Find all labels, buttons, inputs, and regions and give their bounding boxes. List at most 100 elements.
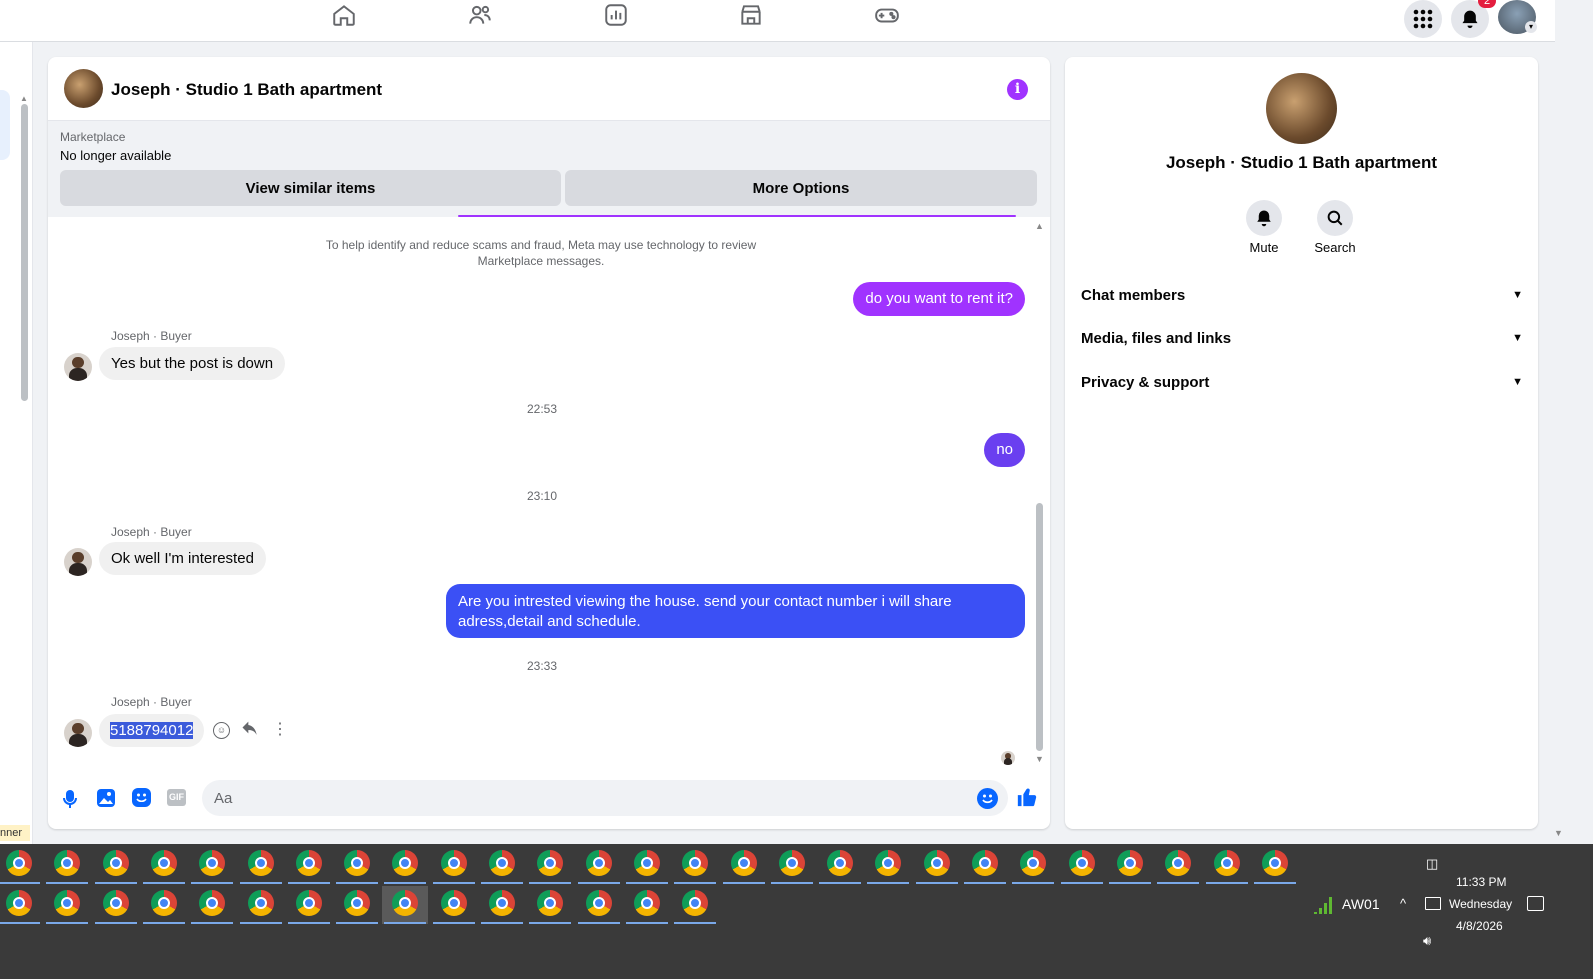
clock-date[interactable]: 4/8/2026 — [1456, 919, 1503, 933]
scroll-up-arrow-icon[interactable]: ▲ — [1035, 221, 1044, 231]
chrome-taskbar-icon[interactable] — [44, 846, 90, 884]
section-chat-members[interactable]: Chat members ▼ — [1081, 280, 1523, 310]
section-media-files-links[interactable]: Media, files and links ▼ — [1081, 323, 1523, 353]
outgoing-message[interactable]: Are you intrested viewing the house. sen… — [446, 584, 1025, 638]
chrome-taskbar-icon[interactable] — [1059, 846, 1105, 884]
display-icon[interactable] — [1425, 897, 1441, 910]
chrome-taskbar-icon[interactable] — [1010, 846, 1056, 884]
gif-icon[interactable]: GIF — [167, 789, 186, 806]
sidebar-scrollbar[interactable] — [21, 104, 28, 401]
chrome-taskbar-icon[interactable] — [1204, 846, 1250, 884]
chrome-taskbar-icon[interactable] — [93, 846, 139, 884]
outgoing-message[interactable]: no — [984, 433, 1025, 467]
scroll-down-arrow-icon[interactable]: ▼ — [1035, 754, 1044, 764]
chrome-taskbar-icon[interactable] — [189, 886, 235, 924]
chrome-taskbar-icon[interactable] — [527, 846, 573, 884]
chrome-icon — [489, 850, 515, 876]
buyer-avatar[interactable] — [64, 548, 92, 576]
photo-icon[interactable] — [97, 789, 115, 807]
gaming-icon[interactable] — [874, 2, 900, 28]
sticker-icon[interactable] — [132, 788, 151, 807]
action-center-icon[interactable] — [1527, 896, 1544, 911]
chrome-taskbar-icon[interactable] — [1107, 846, 1153, 884]
view-similar-button[interactable]: View similar items — [60, 170, 561, 206]
react-emoji-icon[interactable]: ☺ — [213, 722, 230, 739]
menu-grid-icon[interactable] — [1404, 0, 1442, 38]
network-name[interactable]: AW01 — [1342, 896, 1380, 912]
show-hidden-icons-icon[interactable]: ^ — [1400, 896, 1406, 911]
running-indicator — [529, 882, 572, 884]
emoji-icon[interactable] — [977, 788, 998, 809]
chrome-taskbar-icon[interactable] — [914, 846, 960, 884]
chrome-taskbar-icon[interactable] — [962, 846, 1008, 884]
chrome-taskbar-icon[interactable] — [334, 846, 380, 884]
chrome-taskbar-icon[interactable] — [382, 846, 428, 884]
chrome-taskbar-icon[interactable] — [817, 846, 863, 884]
marketplace-icon[interactable] — [738, 2, 764, 28]
chevron-down-icon[interactable]: ▾ — [1525, 21, 1537, 33]
more-options-button[interactable]: More Options — [565, 170, 1037, 206]
page-scroll-down-icon[interactable]: ▼ — [1554, 828, 1563, 838]
search-icon[interactable] — [1317, 200, 1353, 236]
scroll-up-arrow-icon[interactable]: ▲ — [20, 94, 28, 103]
chrome-taskbar-icon[interactable] — [286, 886, 332, 924]
outgoing-message[interactable]: do you want to rent it? — [853, 282, 1025, 316]
chrome-taskbar-icon[interactable] — [479, 846, 525, 884]
chrome-taskbar-icon[interactable] — [624, 846, 670, 884]
chat-title[interactable]: Joseph · Studio 1 Bath apartment — [111, 80, 382, 100]
chrome-taskbar-icon[interactable] — [1252, 846, 1298, 884]
home-icon[interactable] — [331, 2, 357, 28]
mute-bell-icon[interactable] — [1246, 200, 1282, 236]
chrome-taskbar-icon[interactable] — [93, 886, 139, 924]
selected-phone-number[interactable]: 5188794012 — [110, 722, 194, 739]
more-actions-icon[interactable]: ⋮ — [272, 720, 288, 740]
like-thumb-icon[interactable] — [1016, 786, 1038, 808]
chrome-taskbar-icon[interactable] — [672, 886, 718, 924]
buyer-avatar[interactable] — [64, 353, 92, 381]
section-privacy-support[interactable]: Privacy & support ▼ — [1081, 367, 1523, 397]
incoming-message[interactable]: 5188794012 — [99, 714, 205, 747]
chrome-taskbar-icon[interactable] — [721, 846, 767, 884]
chrome-taskbar-icon[interactable] — [189, 846, 235, 884]
chrome-taskbar-icon[interactable] — [576, 846, 622, 884]
chrome-taskbar-icon[interactable] — [672, 846, 718, 884]
chrome-taskbar-icon[interactable] — [0, 886, 42, 924]
chrome-taskbar-icon[interactable] — [141, 886, 187, 924]
chrome-taskbar-icon[interactable] — [334, 886, 380, 924]
chrome-taskbar-icon[interactable] — [382, 886, 429, 924]
chrome-taskbar-icon[interactable] — [431, 846, 477, 884]
chrome-taskbar-icon[interactable] — [527, 886, 573, 924]
message-input[interactable]: Aa — [202, 780, 1008, 816]
chrome-taskbar-icon[interactable] — [238, 846, 284, 884]
friends-icon[interactable] — [467, 2, 493, 28]
chrome-taskbar-icon[interactable] — [431, 886, 477, 924]
mute-label[interactable]: Mute — [1235, 240, 1293, 255]
meet-now-icon[interactable]: ◫ — [1426, 856, 1438, 872]
incoming-message[interactable]: Yes but the post is down — [99, 347, 286, 380]
volume-icon[interactable]: 🔊︎ — [1423, 933, 1431, 949]
chrome-taskbar-icon[interactable] — [0, 846, 42, 884]
listing-large-avatar[interactable] — [1266, 73, 1337, 144]
chrome-taskbar-icon[interactable] — [769, 846, 815, 884]
chat-scrollbar[interactable] — [1036, 503, 1043, 751]
chrome-taskbar-icon[interactable] — [576, 886, 622, 924]
listing-avatar[interactable] — [64, 69, 103, 108]
reply-icon[interactable] — [240, 720, 260, 740]
chrome-taskbar-icon[interactable] — [286, 846, 332, 884]
chrome-taskbar-icon[interactable] — [624, 886, 670, 924]
chrome-taskbar-icon[interactable] — [238, 886, 284, 924]
info-icon[interactable]: i — [1007, 79, 1028, 100]
buyer-avatar[interactable] — [64, 719, 92, 747]
clock-day[interactable]: Wednesday — [1449, 897, 1512, 911]
chrome-taskbar-icon[interactable] — [865, 846, 911, 884]
dashboard-icon[interactable] — [603, 2, 629, 28]
chrome-taskbar-icon[interactable] — [141, 846, 187, 884]
clock-time[interactable]: 11:33 PM — [1456, 875, 1506, 889]
chrome-taskbar-icon[interactable] — [44, 886, 90, 924]
chrome-taskbar-icon[interactable] — [1155, 846, 1201, 884]
search-label[interactable]: Search — [1306, 240, 1364, 255]
network-signal-icon[interactable] — [1312, 894, 1334, 914]
chrome-taskbar-icon[interactable] — [479, 886, 525, 924]
microphone-icon[interactable] — [62, 789, 78, 809]
incoming-message[interactable]: Ok well I'm interested — [99, 542, 266, 575]
